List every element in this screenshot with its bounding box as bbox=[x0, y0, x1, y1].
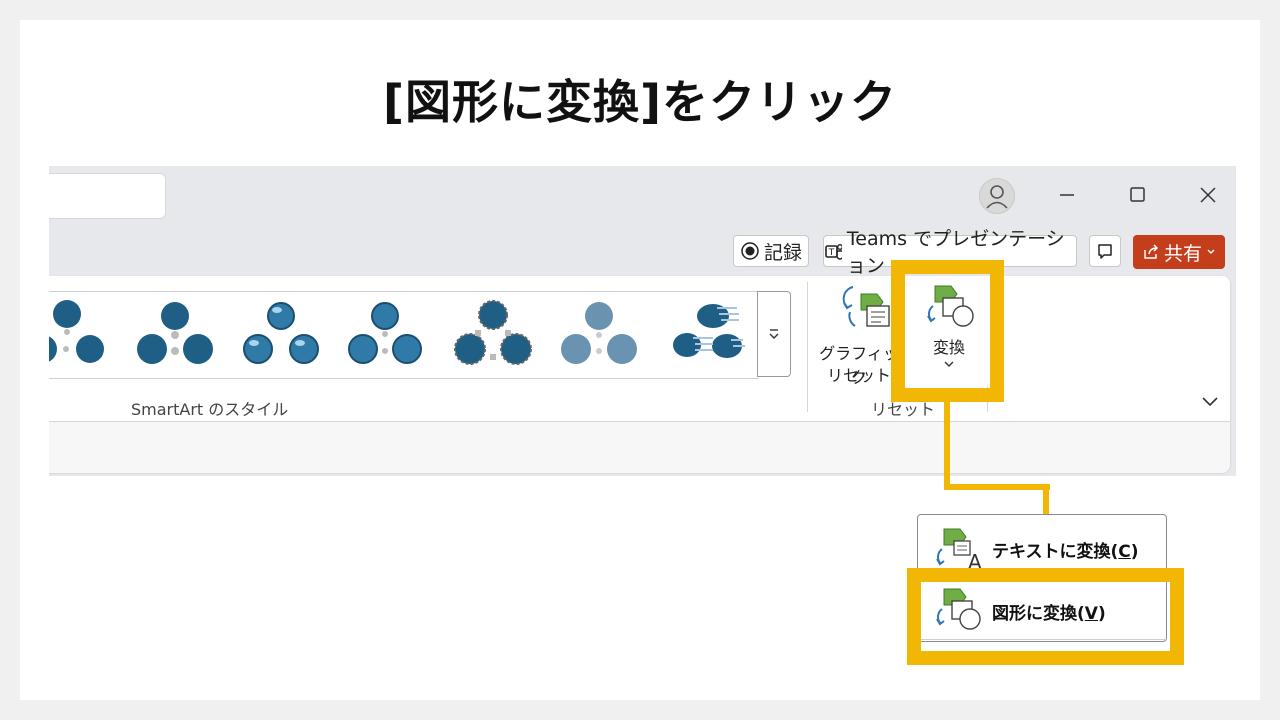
smartart-style-thumb bbox=[454, 300, 532, 365]
search-input[interactable] bbox=[49, 173, 166, 219]
teams-icon: T bbox=[825, 244, 842, 260]
ribbon: SmartArt のスタイル グラフィック リセット 変換 リセット bbox=[49, 276, 1230, 473]
page-title: [図形に変換]をクリック bbox=[382, 75, 898, 129]
smartart-style-thumb bbox=[673, 304, 745, 358]
menu-item-label: テキストに変換(C) bbox=[992, 541, 1139, 562]
smartart-style-group-label: SmartArt のスタイル bbox=[131, 400, 289, 419]
smartart-style-item[interactable] bbox=[241, 298, 321, 370]
comment-icon bbox=[1098, 244, 1112, 259]
convert-button-highlight bbox=[891, 260, 1004, 402]
reset-graphic-icon bbox=[842, 286, 890, 327]
comments-button[interactable] bbox=[1089, 235, 1121, 267]
smartart-style-thumb bbox=[137, 302, 213, 364]
maximize-icon[interactable] bbox=[1122, 180, 1152, 210]
collapse-ribbon-icon[interactable] bbox=[1201, 396, 1219, 408]
app-window-screenshot: 記録 T Teams でプレゼンテーション 共有 SmartArt のスタイル … bbox=[49, 166, 1236, 476]
smartart-style-item[interactable] bbox=[49, 298, 105, 370]
smartart-style-thumb bbox=[348, 302, 422, 364]
convert-to-text-icon: A bbox=[936, 528, 982, 571]
smartart-style-thumb bbox=[49, 300, 104, 363]
menu-item-highlight bbox=[907, 568, 1184, 665]
smartart-style-item[interactable] bbox=[453, 298, 533, 370]
record-label: 記録 bbox=[763, 241, 802, 264]
smartart-style-item[interactable] bbox=[665, 298, 745, 370]
chevron-down-icon bbox=[1207, 249, 1215, 254]
share-button[interactable]: 共有 bbox=[1133, 235, 1225, 269]
share-icon bbox=[1144, 244, 1159, 259]
connector-line bbox=[944, 400, 950, 490]
close-icon[interactable] bbox=[1193, 180, 1223, 210]
smartart-style-item[interactable] bbox=[345, 298, 425, 370]
more-icon bbox=[769, 329, 779, 339]
smartart-style-thumb bbox=[243, 302, 319, 364]
reset-graphic-button[interactable]: グラフィック リセット bbox=[819, 280, 899, 390]
avatar-icon[interactable] bbox=[979, 178, 1015, 214]
share-label: 共有 bbox=[1163, 242, 1202, 265]
record-button[interactable]: 記録 bbox=[733, 235, 809, 267]
smartart-style-item[interactable] bbox=[559, 298, 639, 370]
minimize-icon[interactable] bbox=[1052, 180, 1082, 210]
gallery-more-button[interactable] bbox=[757, 291, 791, 377]
group-divider bbox=[807, 282, 808, 412]
ribbon-bottom-bar bbox=[49, 421, 1230, 473]
smartart-style-thumb bbox=[561, 302, 637, 364]
smartart-style-item[interactable] bbox=[135, 298, 215, 370]
svg-text:T: T bbox=[828, 248, 835, 258]
connector-line bbox=[944, 484, 1050, 490]
record-icon bbox=[741, 242, 759, 260]
